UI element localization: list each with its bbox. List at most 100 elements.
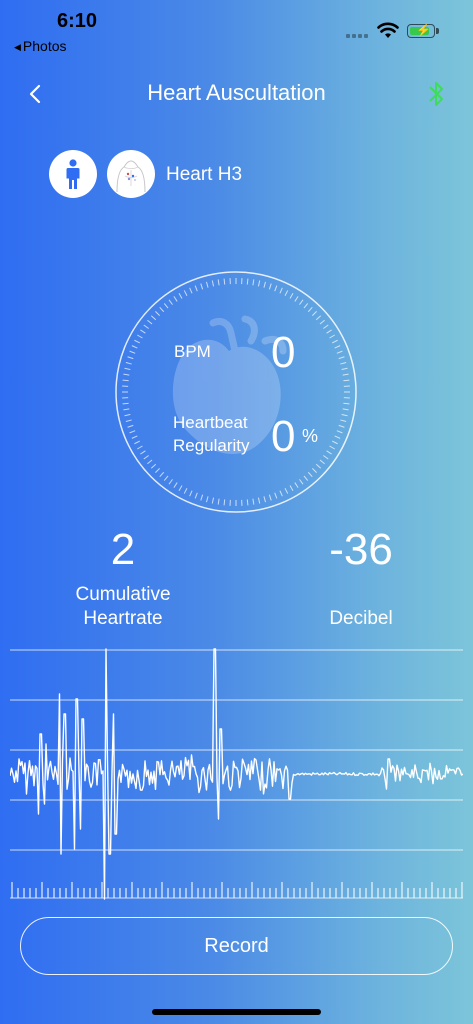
regularity-value: 0 xyxy=(271,412,296,461)
decibel-label: Decibel xyxy=(329,608,393,629)
dial-tick xyxy=(189,287,193,294)
dial-tick xyxy=(140,450,146,455)
dial-tick xyxy=(127,424,134,428)
regularity-label-line2: Regularity xyxy=(173,436,250,455)
bluetooth-icon[interactable] xyxy=(424,78,448,110)
dial-tick xyxy=(140,329,146,334)
dial-tick xyxy=(289,485,294,491)
decibel-value: -36 xyxy=(329,525,393,574)
dial-tick xyxy=(150,463,157,469)
dial-tick xyxy=(137,334,143,339)
measurement-dial xyxy=(115,271,357,513)
dial-tick xyxy=(303,303,309,309)
dial-tick xyxy=(131,435,138,439)
dial-tick xyxy=(178,485,183,491)
dial-tick xyxy=(334,345,341,349)
dial-tick xyxy=(123,373,130,376)
regularity-label-line1: Heartbeat xyxy=(173,413,248,432)
home-indicator[interactable] xyxy=(152,1009,321,1015)
person-icon xyxy=(66,159,80,189)
dial-tick xyxy=(263,496,266,503)
dial-tick xyxy=(315,315,322,321)
dial-tick xyxy=(343,379,350,382)
dial-tick xyxy=(284,488,289,494)
dial-tick xyxy=(123,408,130,411)
dial-tick xyxy=(178,293,183,299)
dial-tick xyxy=(155,468,160,473)
record-button[interactable]: Record xyxy=(20,917,453,975)
dial-tick xyxy=(340,419,347,422)
dial-tick xyxy=(124,413,131,417)
dial-tick xyxy=(147,459,153,465)
dial-tick xyxy=(326,329,332,334)
battery-cap xyxy=(436,28,439,34)
dial-tick xyxy=(299,479,304,485)
dial-tick xyxy=(183,290,188,296)
dial-tick xyxy=(303,475,309,481)
dial-tick xyxy=(168,479,173,485)
dial-tick xyxy=(217,498,220,505)
dial-tick xyxy=(125,419,132,422)
cumulative-label-line2: Heartrate xyxy=(83,608,163,629)
dial-tick xyxy=(334,435,341,439)
dial-tick xyxy=(143,324,149,329)
dial-tick xyxy=(289,293,294,299)
position-label: Heart H3 xyxy=(166,164,243,185)
dial-tick xyxy=(129,350,136,354)
dial-tick xyxy=(211,497,215,504)
bpm-label: BPM xyxy=(174,342,211,361)
dial-tick xyxy=(338,356,345,360)
dial-tick xyxy=(307,306,313,313)
dial-tick xyxy=(150,315,157,321)
dial-tick xyxy=(332,440,338,445)
dial-tick xyxy=(257,497,261,504)
dial-tick xyxy=(263,281,266,288)
dial-tick xyxy=(274,492,278,499)
dial-tick xyxy=(329,334,335,339)
dial-tick xyxy=(257,280,261,287)
dial-tick xyxy=(284,290,289,296)
dial-tick xyxy=(312,468,317,473)
dial-tick xyxy=(252,279,255,286)
dial-tick xyxy=(122,402,129,405)
dial-tick xyxy=(163,303,169,309)
dial-tick xyxy=(294,296,299,302)
dial-tick xyxy=(336,430,343,434)
dial-tick xyxy=(246,278,249,285)
person-avatar[interactable] xyxy=(49,150,97,198)
dial-tick xyxy=(319,319,325,325)
dial-tick xyxy=(189,490,193,497)
dial-tick xyxy=(122,379,129,382)
dial-tick xyxy=(307,471,313,478)
dial-tick xyxy=(200,494,204,501)
regularity-unit: % xyxy=(302,426,319,446)
dial-tick xyxy=(294,482,299,488)
dial-tick xyxy=(323,455,329,460)
signal-icon xyxy=(346,34,370,38)
dial-tick xyxy=(137,445,143,450)
dial-tick xyxy=(268,494,272,501)
chest-icon xyxy=(116,160,146,193)
dial-tick xyxy=(340,362,347,365)
dial-tick xyxy=(246,499,249,506)
bpm-value: 0 xyxy=(271,328,296,377)
waveform-signal xyxy=(10,648,463,900)
dial-tick xyxy=(206,281,209,288)
wifi-icon xyxy=(377,22,399,38)
chest-avatar[interactable] xyxy=(107,150,155,198)
dial-tick xyxy=(206,496,209,503)
back-to-app-link[interactable]: ◀ Photos xyxy=(14,38,67,54)
dial-tick xyxy=(332,339,338,344)
dial-tick xyxy=(341,367,348,371)
battery-icon: ⚡ xyxy=(407,23,435,38)
dial-tick xyxy=(127,356,134,360)
back-app-label: Photos xyxy=(22,38,67,54)
dial-tick xyxy=(183,488,188,494)
dial-tick xyxy=(312,311,317,316)
dial-tick xyxy=(299,299,304,305)
dial-tick xyxy=(168,299,173,305)
cumulative-label-line1: Cumulative xyxy=(75,584,171,605)
waveform-ruler xyxy=(11,882,463,898)
cumulative-heartrate-label: Cumulative Heartrate xyxy=(50,583,196,631)
dial-tick xyxy=(223,499,226,506)
